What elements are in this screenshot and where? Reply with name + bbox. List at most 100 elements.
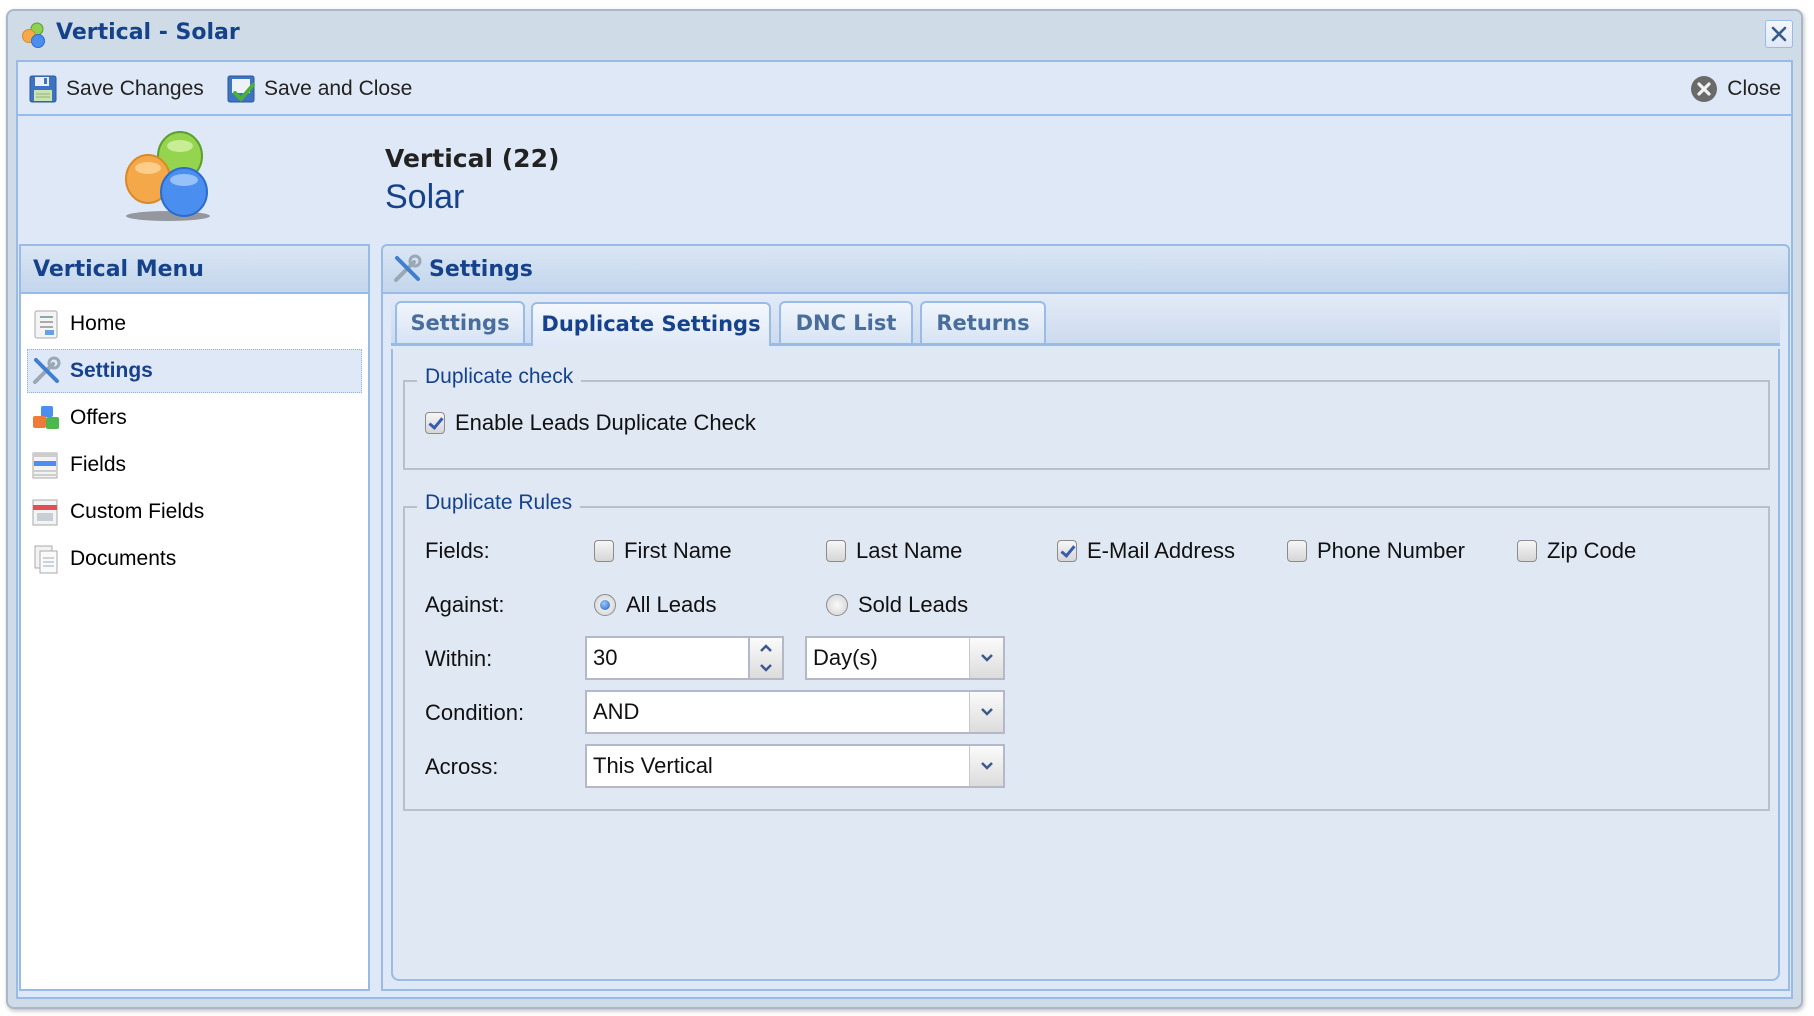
record-title: Solar xyxy=(385,178,465,216)
vertical-logo-icon xyxy=(22,22,45,48)
menu-item-custom-fields[interactable]: Custom Fields xyxy=(27,490,362,534)
vertical-menu-panel: Vertical Menu Home Settings Offers Field… xyxy=(19,244,370,991)
within-unit-select[interactable]: Day(s) xyxy=(805,636,1005,680)
condition-label: Condition: xyxy=(425,700,525,725)
window-body: Save Changes Save and Close Close Vertic… xyxy=(16,60,1793,999)
menu-item-settings[interactable]: Settings xyxy=(27,349,362,393)
against-option-sold-leads[interactable]: Sold Leads xyxy=(826,592,968,618)
field-option-first-name[interactable]: First Name xyxy=(594,538,732,564)
duplicate-rules-legend: Duplicate Rules xyxy=(417,491,581,515)
within-label: Within: xyxy=(425,646,493,671)
within-spinner xyxy=(750,636,784,680)
save-and-close-label: Save and Close xyxy=(264,77,413,100)
within-unit-dropdown-trigger[interactable] xyxy=(969,638,1003,678)
zip-checkbox[interactable] xyxy=(1517,540,1537,562)
across-value: This Vertical xyxy=(593,753,713,778)
settings-panel-title: Settings xyxy=(429,256,533,282)
condition-dropdown-trigger[interactable] xyxy=(969,692,1003,732)
vertical-menu-list: Home Settings Offers Fields Custom Field… xyxy=(21,294,368,581)
all-leads-label: All Leads xyxy=(626,592,717,617)
email-checkbox[interactable] xyxy=(1057,540,1077,562)
within-unit-value: Day(s) xyxy=(813,645,878,670)
chevron-down-icon xyxy=(760,664,772,672)
field-option-email[interactable]: E-Mail Address xyxy=(1057,538,1235,564)
zip-label: Zip Code xyxy=(1547,538,1637,563)
enable-duplicate-check-label: Enable Leads Duplicate Check xyxy=(455,410,756,435)
sold-leads-radio[interactable] xyxy=(826,594,848,616)
last-name-label: Last Name xyxy=(856,538,963,563)
settings-tabstrip: Settings Duplicate Settings DNC List Ret… xyxy=(391,294,1780,346)
sold-leads-label: Sold Leads xyxy=(858,592,969,617)
menu-item-label: Fields xyxy=(70,453,127,476)
window-titlebar[interactable]: Vertical - Solar xyxy=(8,11,1801,59)
against-option-all-leads[interactable]: All Leads xyxy=(594,592,717,618)
settings-panel-header: Settings xyxy=(383,246,1788,294)
documents-icon xyxy=(34,545,58,574)
field-option-zip[interactable]: Zip Code xyxy=(1517,538,1636,564)
custom-fields-icon xyxy=(32,499,58,526)
save-and-close-button[interactable]: Save and Close xyxy=(226,73,412,105)
first-name-label: First Name xyxy=(624,538,732,563)
window-close-button[interactable] xyxy=(1765,20,1793,48)
chevron-down-icon xyxy=(980,708,993,716)
save-changes-label: Save Changes xyxy=(66,77,204,100)
menu-item-label: Settings xyxy=(70,359,153,382)
offers-cubes-icon xyxy=(33,406,59,429)
duplicate-settings-body: Duplicate check Enable Leads Duplicate C… xyxy=(391,349,1780,981)
against-label: Against: xyxy=(425,592,505,617)
field-option-last-name[interactable]: Last Name xyxy=(826,538,962,564)
condition-select[interactable]: AND xyxy=(585,690,1005,734)
vertical-menu-title: Vertical Menu xyxy=(21,246,368,294)
spin-down-button[interactable] xyxy=(750,658,782,678)
menu-item-label: Home xyxy=(70,312,127,335)
menu-item-offers[interactable]: Offers xyxy=(27,396,362,440)
across-label: Across: xyxy=(425,754,499,779)
chevron-down-icon xyxy=(980,654,993,662)
chevron-up-icon xyxy=(760,644,772,652)
enable-duplicate-check-checkbox[interactable] xyxy=(425,412,445,434)
close-circle-icon xyxy=(1691,76,1718,102)
save-check-icon xyxy=(227,75,255,103)
home-document-icon xyxy=(34,310,58,339)
across-dropdown-trigger[interactable] xyxy=(969,746,1003,786)
fields-label: Fields: xyxy=(425,538,490,563)
settings-tools-icon xyxy=(394,254,422,282)
record-subtitle: Vertical (22) xyxy=(385,144,560,173)
spin-up-button[interactable] xyxy=(750,638,782,658)
duplicate-rules-fieldset: Duplicate Rules Fields: First Name Last … xyxy=(403,491,1770,811)
toolbar: Save Changes Save and Close Close xyxy=(18,62,1791,116)
enable-duplicate-check-option[interactable]: Enable Leads Duplicate Check xyxy=(425,410,756,436)
duplicate-check-legend: Duplicate check xyxy=(417,365,582,389)
window-title: Vertical - Solar xyxy=(56,20,240,45)
menu-item-home[interactable]: Home xyxy=(27,302,362,346)
first-name-checkbox[interactable] xyxy=(594,540,614,562)
tab-dnc-list[interactable]: DNC List xyxy=(779,301,913,343)
last-name-checkbox[interactable] xyxy=(826,540,846,562)
close-label: Close xyxy=(1727,77,1781,100)
menu-item-label: Documents xyxy=(70,547,177,570)
phone-checkbox[interactable] xyxy=(1287,540,1307,562)
vertical-window: Vertical - Solar Save Changes Save and C… xyxy=(6,9,1803,1009)
field-option-phone[interactable]: Phone Number xyxy=(1287,538,1465,564)
duplicate-check-fieldset: Duplicate check Enable Leads Duplicate C… xyxy=(403,365,1770,470)
floppy-disk-icon xyxy=(29,75,57,103)
condition-value: AND xyxy=(593,699,640,724)
tab-settings[interactable]: Settings xyxy=(395,301,525,343)
all-leads-radio[interactable] xyxy=(594,594,616,616)
record-header: Vertical (22) Solar xyxy=(18,118,1791,244)
menu-item-fields[interactable]: Fields xyxy=(27,443,362,487)
close-button[interactable]: Close xyxy=(1689,73,1781,105)
across-select[interactable]: This Vertical xyxy=(585,744,1005,788)
save-changes-button[interactable]: Save Changes xyxy=(28,73,204,105)
vertical-logo-icon xyxy=(125,131,210,221)
menu-item-documents[interactable]: Documents xyxy=(27,537,362,581)
settings-tools-icon xyxy=(33,356,61,384)
tab-duplicate-settings[interactable]: Duplicate Settings xyxy=(531,302,771,346)
chevron-down-icon xyxy=(980,762,993,770)
fields-list-icon xyxy=(32,452,58,479)
phone-label: Phone Number xyxy=(1317,538,1465,563)
tab-returns[interactable]: Returns xyxy=(920,301,1046,343)
close-x-icon xyxy=(1771,26,1787,42)
within-number-input[interactable]: 30 xyxy=(585,636,750,680)
menu-item-label: Offers xyxy=(70,406,127,429)
